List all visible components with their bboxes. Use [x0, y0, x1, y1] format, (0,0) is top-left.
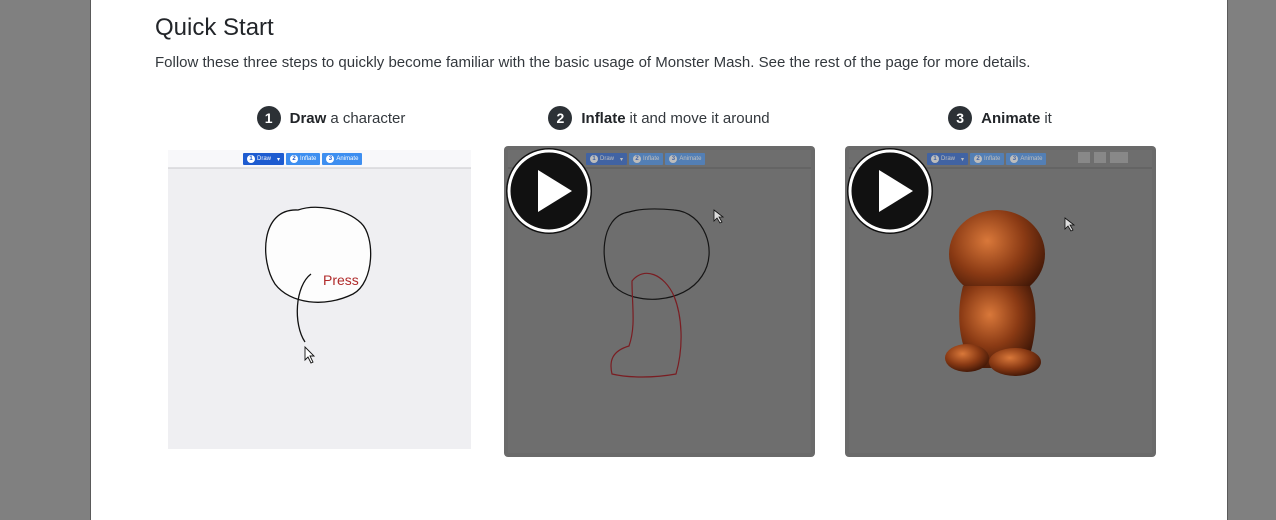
step-description: a character	[330, 109, 406, 127]
demo-toolbar: 1 Draw ▾ 2 Inflate 3 Animate	[243, 153, 363, 165]
demo-animate-button: 3 Animate	[1006, 153, 1047, 165]
demo-step-number: 2	[974, 155, 983, 163]
demo-inflate-label: Inflate	[300, 156, 317, 162]
demo-step-number: 1	[247, 155, 255, 163]
page-title: Quick Start	[155, 14, 274, 41]
step-heading-inflate: 2 Inflate it and move it around	[479, 106, 839, 130]
step-action: Animate	[981, 109, 1041, 127]
demo-draw-label: Draw	[600, 156, 615, 162]
demo-animate-label: Animate	[679, 156, 702, 162]
demo-animate-label: Animate	[1020, 156, 1043, 162]
play-icon[interactable]	[845, 146, 935, 236]
demo-step-number: 3	[669, 155, 678, 163]
intro-text: Follow these three steps to quickly beco…	[155, 54, 1031, 71]
demo-toolbar: 1 Draw ▾ 2 Inflate 3 Animate	[586, 153, 706, 165]
demo-animate-button: 3 Animate	[665, 153, 706, 165]
demo-step-number: 2	[633, 155, 642, 163]
step-description: it	[1044, 109, 1052, 127]
step-number-badge: 2	[548, 106, 573, 130]
demo-animate-label: Animate	[336, 156, 359, 162]
demo-step-number: 3	[1010, 155, 1019, 163]
demo-animate-button: 3 Animate	[322, 153, 363, 165]
demo-toolbar: 1 Draw ▾ 2 Inflate 3 Animate	[927, 153, 1047, 165]
animate-demo-video[interactable]: 1 Draw ▾ 2 Inflate 3 Animate	[845, 146, 1156, 457]
demo-draw-button: 1 Draw ▾	[243, 153, 285, 165]
page-content: Quick Start Follow these three steps to …	[90, 0, 1228, 520]
step-heading-animate: 3 Animate it	[820, 106, 1180, 130]
demo-step-number: 2	[290, 155, 299, 163]
demo-draw-label: Draw	[257, 156, 272, 162]
step-description: it and move it around	[629, 109, 770, 127]
play-icon[interactable]	[504, 146, 594, 236]
press-label: Press	[323, 272, 359, 288]
step-heading-draw: 1 Draw a character	[151, 106, 511, 130]
demo-draw-label: Draw	[941, 156, 956, 162]
step-number-badge: 3	[948, 106, 973, 130]
step-number-badge: 1	[256, 106, 281, 130]
demo-inflate-label: Inflate	[984, 156, 1001, 162]
demo-inflate-button: 2 Inflate	[286, 153, 321, 165]
draw-demo-canvas	[168, 150, 471, 449]
demo-inflate-button: 2 Inflate	[970, 153, 1005, 165]
step-action: Draw	[289, 109, 327, 127]
inflate-demo-video[interactable]: 1 Draw ▾ 2 Inflate 3 Animate	[504, 146, 815, 457]
step-action: Inflate	[581, 109, 626, 127]
demo-inflate-label: Inflate	[643, 156, 660, 162]
demo-inflate-button: 2 Inflate	[629, 153, 664, 165]
demo-step-number: 3	[326, 155, 335, 163]
draw-demo-image: 1 Draw ▾ 2 Inflate 3 Animate Press	[165, 146, 476, 457]
